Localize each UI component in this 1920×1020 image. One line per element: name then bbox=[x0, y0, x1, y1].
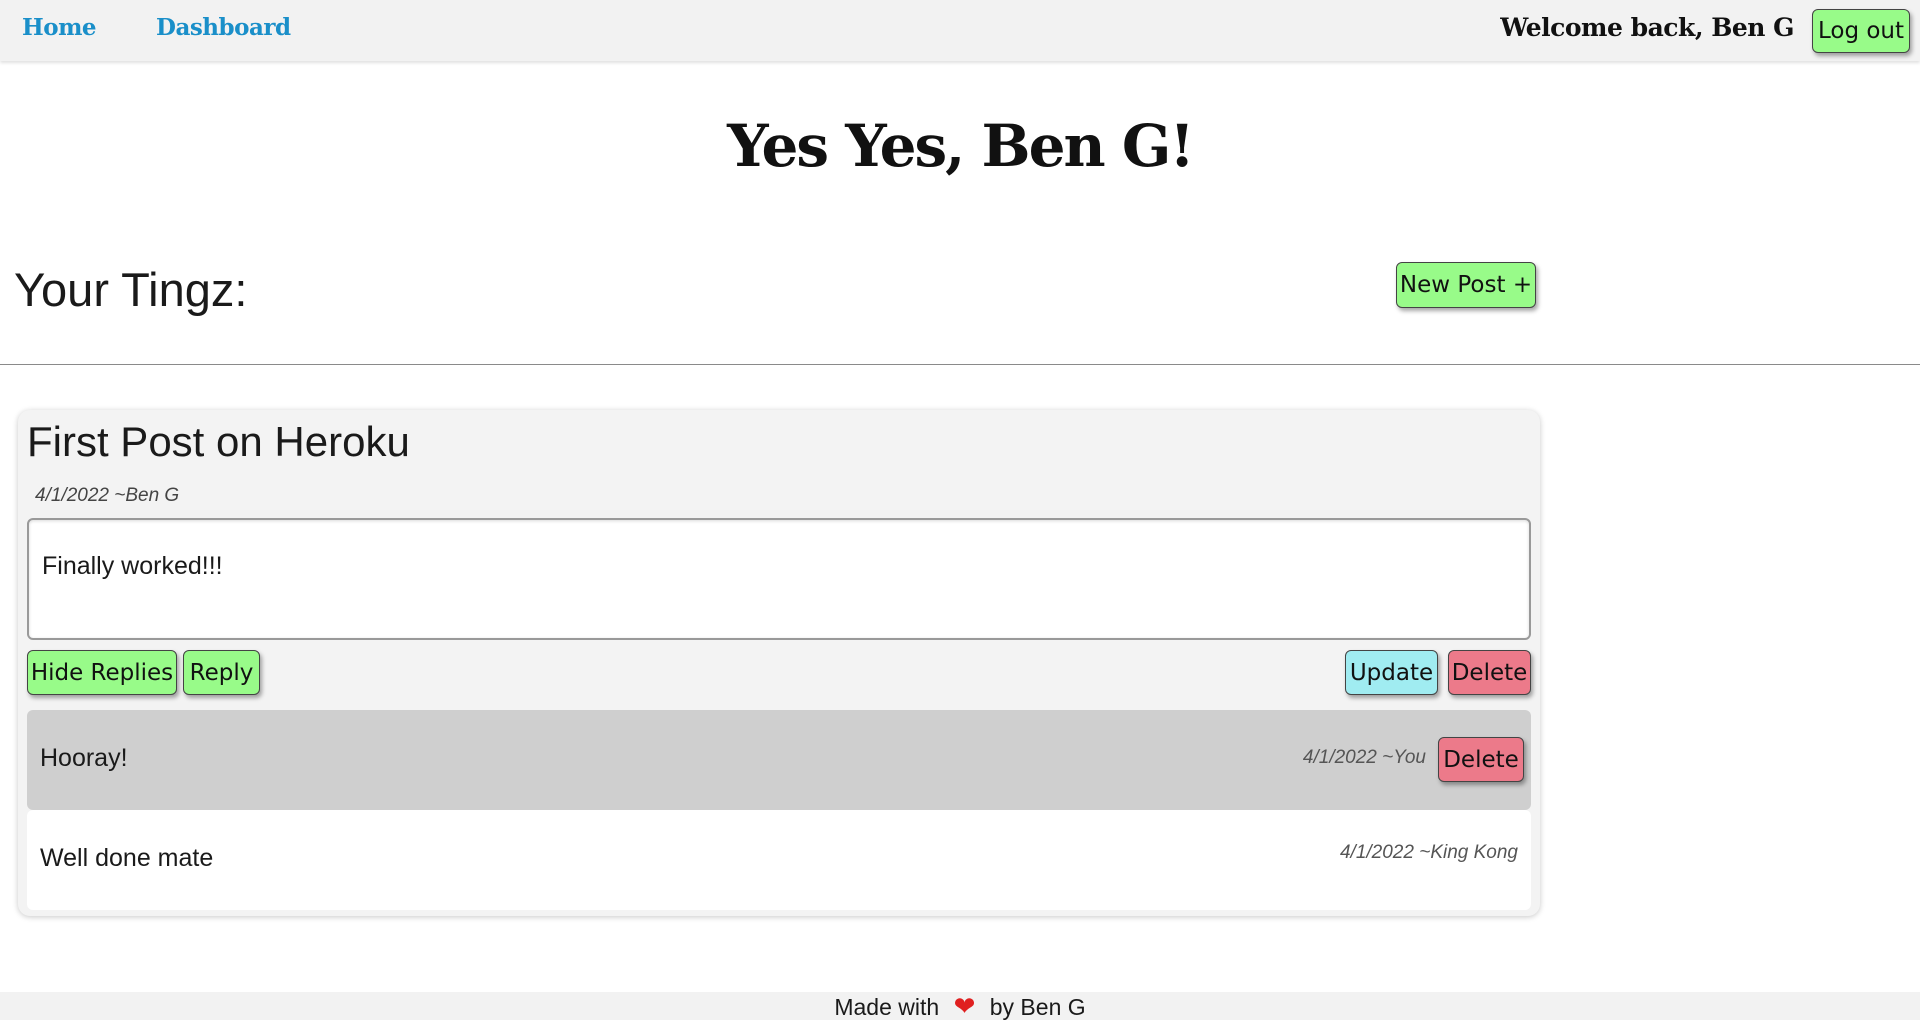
reply-text: Well done mate bbox=[40, 844, 214, 872]
nav-home-link[interactable]: Home bbox=[22, 14, 97, 41]
reply-button[interactable]: Reply bbox=[183, 650, 260, 695]
post-title: First Post on Heroku bbox=[27, 418, 410, 465]
reply-meta: 4/1/2022 ~You bbox=[1302, 747, 1426, 768]
update-button[interactable]: Update bbox=[1345, 650, 1438, 695]
divider bbox=[0, 364, 1920, 365]
delete-post-button[interactable]: Delete bbox=[1448, 650, 1531, 695]
post-card: First Post on Heroku 4/1/2022 ~Ben G Fin… bbox=[18, 410, 1540, 916]
hide-replies-button[interactable]: Hide Replies bbox=[27, 650, 177, 695]
delete-reply-button[interactable]: Delete bbox=[1438, 737, 1524, 782]
post-body-text: Finally worked!!! bbox=[42, 552, 223, 580]
reply-meta: 4/1/2022 ~King Kong bbox=[1339, 842, 1518, 863]
logout-button[interactable]: Log out bbox=[1812, 9, 1910, 53]
footer-by: by Ben G bbox=[989, 994, 1086, 1020]
footer: Made with ❤ by Ben G bbox=[0, 992, 1920, 1020]
welcome-message: Welcome back, Ben G bbox=[1500, 13, 1794, 42]
reply-text: Hooray! bbox=[40, 744, 128, 772]
footer-made-with: Made with bbox=[834, 994, 940, 1020]
post-body: Finally worked!!! bbox=[27, 518, 1531, 640]
reply-item: Well done mate 4/1/2022 ~King Kong bbox=[27, 810, 1531, 910]
new-post-button[interactable]: New Post + bbox=[1396, 262, 1536, 308]
page-title: Yes Yes, Ben G! bbox=[727, 112, 1195, 180]
reply-item: Hooray! 4/1/2022 ~You Delete bbox=[27, 710, 1531, 810]
section-title: Your Tingz: bbox=[14, 263, 248, 316]
post-meta: 4/1/2022 ~Ben G bbox=[35, 485, 180, 506]
heart-icon: ❤ bbox=[953, 991, 976, 1020]
nav-dashboard-link[interactable]: Dashboard bbox=[156, 14, 291, 41]
navbar: Home Dashboard Welcome back, Ben G Log o… bbox=[0, 0, 1920, 61]
